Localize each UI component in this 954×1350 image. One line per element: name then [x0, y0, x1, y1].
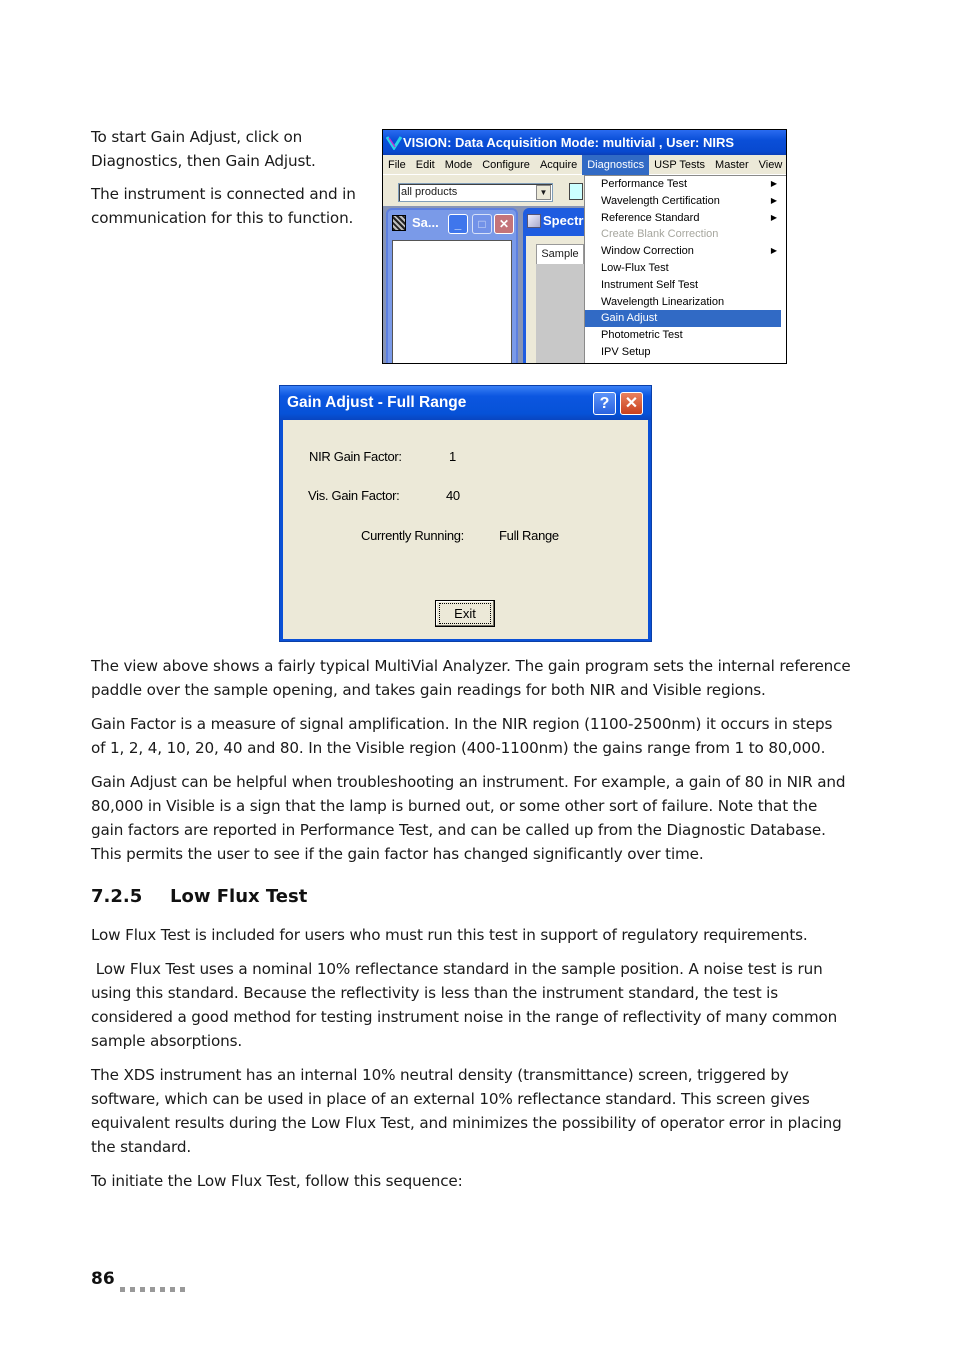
- menu-configure[interactable]: Configure: [477, 155, 535, 175]
- section-number: 7.2.5: [91, 886, 143, 907]
- menu-item-reference-standard[interactable]: Reference Standard ▶: [585, 210, 786, 227]
- section-heading: 7.2.5 Low Flux Test: [91, 886, 307, 907]
- menu-edit[interactable]: Edit: [411, 155, 440, 175]
- sample-window-icon: [392, 215, 406, 231]
- intro-paragraph-2: The instrument is connected and in commu…: [91, 185, 356, 227]
- currently-running-label: Currently Running:: [361, 528, 464, 543]
- menu-acquire[interactable]: Acquire: [535, 155, 582, 175]
- vision-logo-icon: [386, 136, 402, 150]
- tab-sample[interactable]: Sample: [536, 244, 584, 264]
- menu-item-wavelength-certification[interactable]: Wavelength Certification ▶: [585, 193, 786, 210]
- close-button[interactable]: ✕: [494, 214, 514, 234]
- section-paragraph-1: Low Flux Test is included for users who …: [91, 926, 808, 944]
- menu-item-low-flux-test[interactable]: Low-Flux Test: [585, 260, 786, 277]
- spectrum-window-title: Spectr: [543, 213, 584, 228]
- menu-item-label: Wavelength Linearization: [601, 295, 725, 308]
- help-button[interactable]: ?: [593, 392, 616, 415]
- vision-title: VISION: Data Acquisition Mode: multivial…: [403, 135, 735, 150]
- body-paragraph-2: Gain Factor is a measure of signal ampli…: [91, 715, 833, 757]
- menu-item-ipv-setup[interactable]: IPV Setup: [585, 344, 786, 361]
- vision-app-screenshot: VISION: Data Acquisition Mode: multivial…: [382, 129, 787, 364]
- vis-gain-label: Vis. Gain Factor:: [308, 488, 400, 503]
- menu-item-label: Gain Adjust: [601, 312, 658, 325]
- menu-item-create-blank-correction: Create Blank Correction: [585, 226, 786, 243]
- menu-diagnostics[interactable]: Diagnostics: [582, 155, 650, 175]
- submenu-arrow-icon: ▶: [770, 195, 777, 205]
- menu-item-label: Create Blank Correction: [601, 228, 719, 241]
- menu-item-label: Window Correction: [601, 245, 694, 258]
- dialog-body: NIR Gain Factor: 1 Vis. Gain Factor: 40 …: [283, 420, 648, 639]
- sample-child-window: Sa... _ □ ✕: [386, 208, 518, 363]
- vision-title-bar: VISION: Data Acquisition Mode: multivial…: [383, 130, 786, 155]
- nir-gain-label: NIR Gain Factor:: [309, 449, 402, 464]
- submenu-arrow-icon: ▶: [770, 179, 777, 188]
- spectrum-chart-icon: [527, 214, 541, 228]
- menu-mode[interactable]: Mode: [440, 155, 478, 175]
- menu-master[interactable]: Master: [710, 155, 754, 175]
- body-paragraph-3: Gain Adjust can be helpful when troubles…: [91, 773, 846, 863]
- menu-item-label: Reference Standard: [601, 211, 700, 224]
- section-title: Low Flux Test: [170, 886, 308, 907]
- menu-item-gain-adjust[interactable]: Gain Adjust: [585, 310, 781, 328]
- gain-adjust-dialog: Gain Adjust - Full Range ? ✕ NIR Gain Fa…: [279, 385, 652, 642]
- menu-file[interactable]: File: [383, 155, 411, 175]
- submenu-arrow-icon: ▶: [770, 246, 777, 256]
- sample-window-titlebar: Sa... _ □ ✕: [388, 210, 516, 236]
- menu-usp-tests[interactable]: USP Tests: [649, 155, 710, 175]
- section-paragraph-3: The XDS instrument has an internal 10% n…: [91, 1066, 842, 1156]
- section-paragraph-2: Low Flux Test uses a nominal 10% reflect…: [91, 960, 842, 1050]
- menu-item-instrument-self-test[interactable]: Instrument Self Test: [585, 277, 786, 294]
- body-paragraph-1: The view above shows a fairly typical Mu…: [91, 657, 851, 699]
- currently-running-value: Full Range: [499, 528, 559, 543]
- menu-item-label: Instrument Self Test: [601, 278, 699, 291]
- menu-item-label: IPV Setup: [601, 345, 651, 358]
- page-number: 86: [91, 1269, 115, 1289]
- vision-menubar: File Edit Mode Configure Acquire Diagnostics U…: [383, 155, 786, 175]
- vis-gain-value: 40: [446, 488, 460, 503]
- exit-label: Exit: [439, 603, 491, 624]
- menu-item-photometric-test[interactable]: Photometric Test: [585, 327, 786, 344]
- sample-window-body: [392, 240, 512, 363]
- maximize-button[interactable]: □: [472, 214, 492, 234]
- menu-item-performance-test[interactable]: Performance Test ▶: [585, 176, 786, 193]
- product-select-value: all products: [401, 186, 458, 198]
- product-select[interactable]: all products ▼: [398, 183, 553, 202]
- menu-item-wavelength-linearization[interactable]: Wavelength Linearization: [585, 294, 786, 311]
- section-paragraph-4: To initiate the Low Flux Test, follow th…: [91, 1172, 463, 1190]
- exit-button[interactable]: Exit: [435, 600, 495, 627]
- sample-window-title: Sa...: [412, 215, 439, 230]
- minimize-button[interactable]: _: [448, 214, 468, 234]
- nir-gain-value: 1: [449, 449, 456, 464]
- new-document-icon[interactable]: [569, 183, 583, 200]
- menu-item-label: Low-Flux Test: [601, 261, 669, 274]
- dropdown-arrow-icon[interactable]: ▼: [536, 185, 551, 200]
- dialog-close-button[interactable]: ✕: [620, 392, 643, 415]
- menu-view[interactable]: View: [754, 155, 786, 175]
- submenu-arrow-icon: ▶: [770, 212, 777, 222]
- menu-item-label: Wavelength Certification: [601, 194, 720, 207]
- menu-item-label: Photometric Test: [601, 329, 683, 342]
- page-number-dots: [120, 1277, 190, 1292]
- menu-item-label: Performance Test: [601, 178, 688, 190]
- diagnostics-dropdown-menu: Performance Test ▶ Wavelength Certificatio…: [584, 175, 786, 363]
- menu-item-window-correction[interactable]: Window Correction ▶: [585, 243, 786, 260]
- intro-paragraph-1: To start Gain Adjust, click on Diagnosti…: [91, 128, 316, 170]
